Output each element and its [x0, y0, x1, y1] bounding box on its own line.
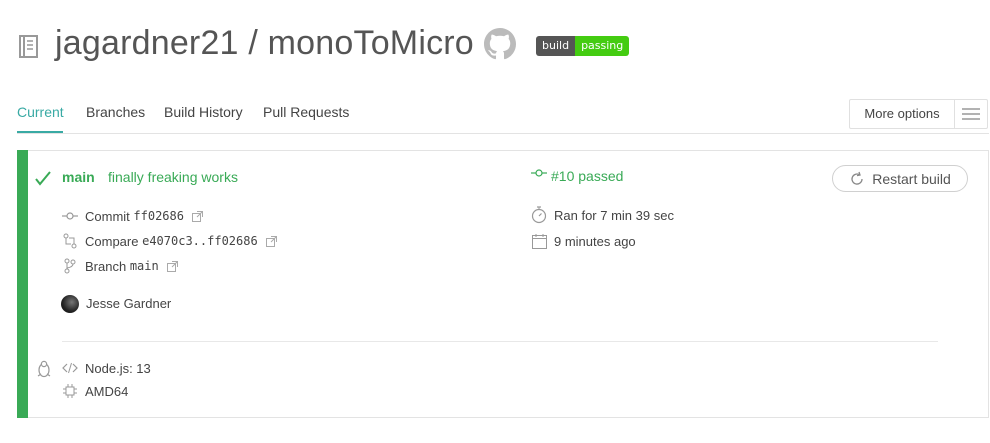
finished-row: 9 minutes ago [531, 233, 636, 249]
build-number-status[interactable]: #10 passed [531, 168, 623, 184]
duration-row: Ran for 7 min 39 sec [531, 206, 674, 224]
commit-row: Commit ff02686 [62, 208, 203, 224]
external-link-icon[interactable] [265, 235, 277, 247]
build-status-stripe [17, 150, 28, 418]
arch-row: AMD64 [62, 383, 128, 399]
external-link-icon[interactable] [191, 210, 203, 222]
compare-label: Compare [85, 233, 139, 249]
compare-range[interactable]: e4070c3..ff02686 [142, 234, 258, 248]
cpu-icon [62, 383, 78, 399]
commit-message: finally freaking works [108, 169, 238, 185]
card-divider [62, 341, 938, 342]
tab-branches[interactable]: Branches [86, 104, 145, 120]
calendar-icon [531, 233, 547, 249]
repo-separator: / [248, 24, 258, 62]
finished-text: 9 minutes ago [554, 233, 636, 249]
restart-icon [849, 171, 865, 187]
commit-hash[interactable]: ff02686 [133, 209, 184, 223]
more-options-label: More options [850, 100, 955, 128]
avatar [61, 295, 79, 313]
build-branch-link[interactable]: main [62, 169, 95, 185]
arch-text: AMD64 [85, 383, 129, 399]
build-number-label: #10 passed [551, 168, 624, 184]
check-icon [35, 171, 51, 186]
more-options-button[interactable]: More options [849, 99, 988, 129]
commit-label: Commit [85, 208, 130, 224]
repo-title: jagardner21 / monoToMicro [55, 24, 474, 63]
restart-build-button[interactable]: Restart build [832, 165, 968, 192]
external-link-icon[interactable] [166, 260, 178, 272]
stopwatch-icon [531, 206, 547, 224]
badge-label: build [536, 36, 576, 56]
build-number-icon [531, 168, 547, 184]
language-row: Node.js: 13 [62, 360, 151, 376]
repo-name[interactable]: monoToMicro [268, 24, 474, 62]
github-icon[interactable] [484, 28, 516, 60]
author-name: Jesse Gardner [86, 296, 172, 311]
restart-build-label: Restart build [872, 170, 951, 187]
tabs-divider [17, 133, 989, 134]
code-icon [62, 360, 78, 376]
branch-value[interactable]: main [130, 259, 159, 273]
repo-owner[interactable]: jagardner21 [55, 24, 239, 62]
duration-text: Ran for 7 min 39 sec [554, 207, 674, 223]
branch-row: Branch main [62, 258, 178, 274]
compare-icon [62, 233, 78, 249]
repo-book-icon [19, 35, 38, 58]
hamburger-icon [955, 108, 987, 120]
branch-icon [62, 258, 78, 274]
tab-current[interactable]: Current [17, 104, 64, 120]
build-status-badge[interactable]: build passing [536, 36, 630, 56]
compare-row: Compare e4070c3..ff02686 [62, 233, 277, 249]
branch-label: Branch [85, 258, 127, 274]
linux-icon [37, 360, 51, 378]
language-text: Node.js: 13 [85, 360, 151, 376]
commit-icon [62, 208, 78, 224]
badge-status: passing [575, 36, 630, 56]
tab-build-history[interactable]: Build History [164, 104, 243, 120]
tab-pull-requests[interactable]: Pull Requests [263, 104, 349, 120]
